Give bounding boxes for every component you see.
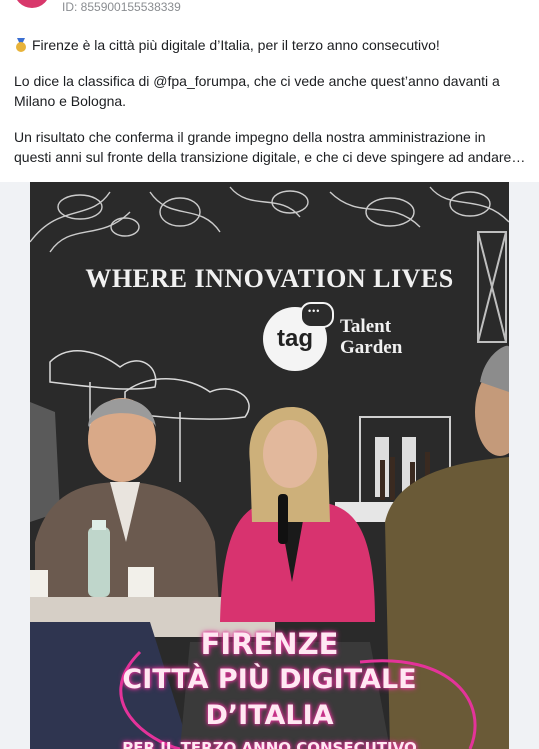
post-text: Firenze è la città più digitale d’Italia… bbox=[14, 35, 526, 183]
overlay-line-3: D’ITALIA bbox=[205, 700, 334, 731]
logo-line-1: Talent bbox=[340, 316, 392, 337]
post-paragraph-1: Firenze è la città più digitale d’Italia… bbox=[14, 35, 526, 55]
post-photo[interactable]: WHERE INNOVATION LIVES tag Talent Garden… bbox=[30, 182, 509, 749]
chat-bubble-icon bbox=[300, 302, 334, 328]
overlay-line-4: PER IL TERZO ANNO CONSECUTIVO bbox=[122, 739, 417, 749]
medal-icon bbox=[14, 38, 28, 52]
post-paragraph-1-text: Firenze è la città più digitale d’Italia… bbox=[32, 37, 440, 53]
post-id: ID: 855900155538339 bbox=[62, 0, 181, 14]
overlay-line-2: CITTÀ PIÙ DIGITALE bbox=[122, 664, 417, 695]
avatar[interactable] bbox=[14, 0, 50, 8]
overlay-title: FIRENZE CITTÀ PIÙ DIGITALE D’ITALIA PER … bbox=[30, 626, 509, 749]
wall-heading: WHERE INNOVATION LIVES bbox=[85, 264, 454, 293]
logo-line-2: Garden bbox=[340, 337, 403, 358]
post-paragraph-3: Un risultato che conferma il grande impe… bbox=[14, 129, 526, 165]
post-paragraph-2: Lo dice la classifica di @fpa_forumpa, c… bbox=[14, 73, 500, 109]
overlay-line-1: FIRENZE bbox=[200, 627, 339, 661]
post-header: ID: 855900155538339 bbox=[0, 0, 539, 18]
talent-garden-text: Talent Garden bbox=[340, 316, 402, 358]
